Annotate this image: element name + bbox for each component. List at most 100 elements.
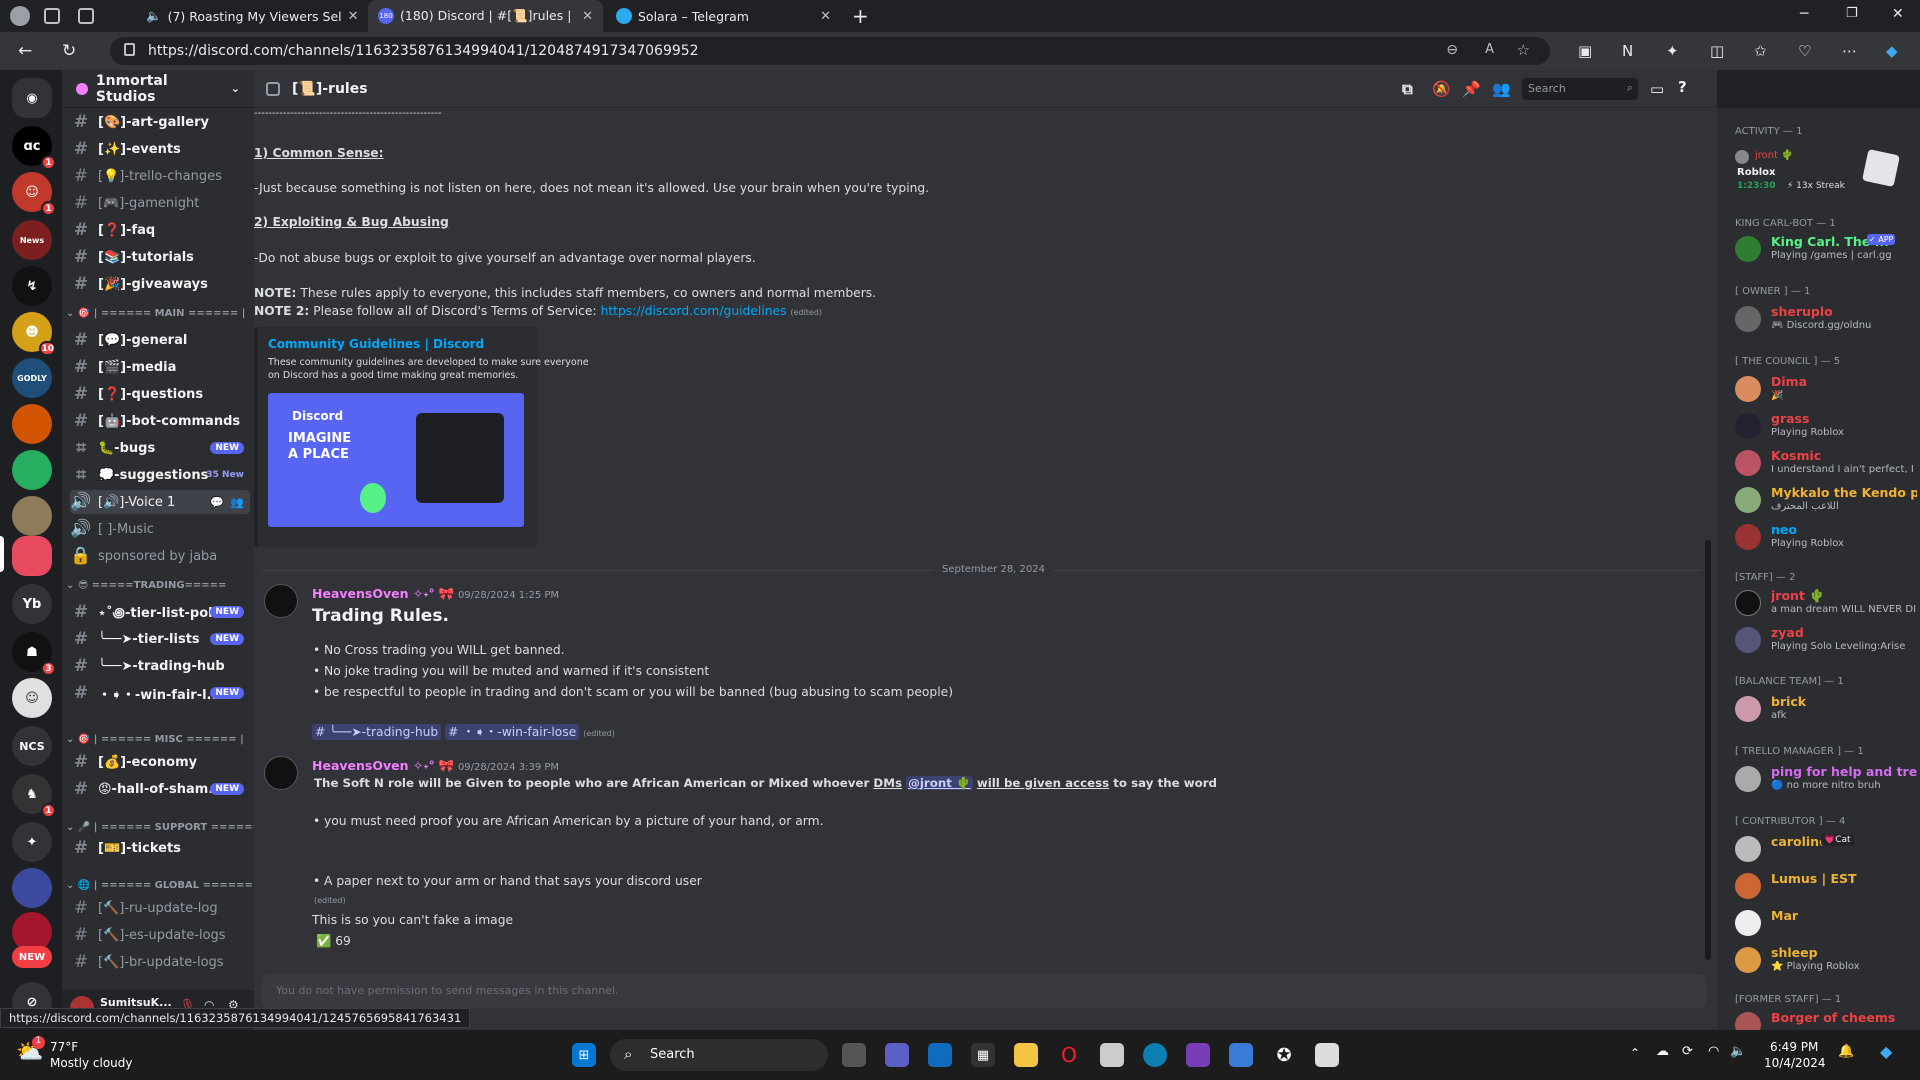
- file-explorer-icon[interactable]: [1014, 1043, 1038, 1067]
- start-button[interactable]: ⊞: [572, 1043, 596, 1067]
- extension-icon[interactable]: N: [1622, 42, 1633, 60]
- channel-giveaways[interactable]: # [🎉]-giveaways: [70, 272, 250, 296]
- sync-icon[interactable]: ⟳: [1682, 1044, 1693, 1059]
- channel-br-update-logs[interactable]: # [🔨]-br-update-logs: [70, 950, 250, 974]
- chevron-up-icon[interactable]: ⌃: [1630, 1046, 1640, 1060]
- cloud-icon[interactable]: ☁: [1656, 1044, 1669, 1059]
- member-item[interactable]: ping for help and trello🔵 no more nitro …: [1735, 764, 1920, 800]
- category-support[interactable]: ⌄ 🎤 | ====== SUPPORT ====== |: [66, 822, 268, 833]
- task-view-icon[interactable]: [842, 1043, 866, 1067]
- clock-date[interactable]: 10/4/2024: [1764, 1056, 1826, 1070]
- extensions-icon[interactable]: ✦: [1666, 42, 1679, 60]
- member-item[interactable]: Lumus | EST: [1735, 871, 1920, 907]
- server-icon[interactable]: News: [12, 220, 52, 260]
- favorite-icon[interactable]: ☆: [1517, 41, 1530, 59]
- browser-essentials-icon[interactable]: ♡: [1798, 42, 1811, 60]
- channel-hall-of-shame[interactable]: # 😡-hall-of-sham... NEW: [70, 777, 250, 801]
- channel-faq[interactable]: # [❓]-faq: [70, 218, 250, 242]
- chat-icon[interactable]: 💬: [210, 496, 224, 509]
- channel-mention[interactable]: # ╰──➤-trading-hub: [312, 724, 442, 740]
- avatar[interactable]: [1735, 150, 1749, 164]
- scrollbar[interactable]: [1705, 540, 1711, 960]
- pin-icon[interactable]: 📌: [1462, 80, 1481, 98]
- server-icon[interactable]: [12, 404, 52, 444]
- app-icon[interactable]: [1186, 1043, 1210, 1067]
- close-tab-icon[interactable]: ✕: [582, 9, 593, 24]
- edge-icon[interactable]: [1143, 1043, 1167, 1067]
- read-aloud-icon[interactable]: A: [1485, 42, 1494, 57]
- member-item[interactable]: grass Playing Roblox: [1735, 411, 1920, 447]
- close-tab-icon[interactable]: ✕: [820, 9, 831, 24]
- member-item[interactable]: Mar: [1735, 908, 1920, 944]
- channel-voice-1[interactable]: 🔊 [🔊]-Voice 1 💬 👥: [70, 490, 250, 514]
- zoom-icon[interactable]: ⊖: [1446, 42, 1458, 58]
- wifi-icon[interactable]: ◠: [1708, 1044, 1719, 1059]
- category-trading[interactable]: ⌄ 😎 =====TRADING=====: [66, 580, 226, 591]
- split-screen-icon[interactable]: ◫: [1710, 42, 1724, 60]
- weather-widget[interactable]: ⛅ 1 77°F Mostly cloudy: [14, 1036, 154, 1074]
- server-icon[interactable]: ☗ 3: [12, 632, 56, 676]
- favorites-icon[interactable]: ✩: [1754, 42, 1767, 60]
- teams-icon[interactable]: [885, 1043, 909, 1067]
- app-icon[interactable]: [1229, 1043, 1253, 1067]
- channel-win-fair-lose[interactable]: # ・➧・-win-fair-l... NEW: [70, 681, 250, 705]
- server-icon[interactable]: [12, 450, 52, 490]
- threads-icon[interactable]: ⧉: [1402, 80, 1413, 98]
- server-icon[interactable]: GODLY: [12, 358, 52, 398]
- member-item[interactable]: Mykkalo the Kendo pr...ﺍﻟﻼﻋﺐ ﺍﻟﻤﺤﺘﺮﻑ: [1735, 485, 1920, 521]
- member-item[interactable]: shleep ⭐ Playing Roblox: [1735, 945, 1920, 981]
- app-icon[interactable]: ✪: [1272, 1043, 1296, 1067]
- server-icon[interactable]: ☻ 10: [12, 312, 56, 356]
- tab-youtube[interactable]: 🔈 (7) Roasting My Viewers Sel ✕: [130, 0, 365, 32]
- channel-gamenight[interactable]: # [🎮]-gamenight: [70, 191, 250, 215]
- channel-economy[interactable]: # [💰]-economy: [70, 750, 250, 774]
- extension-icon[interactable]: ▣: [1578, 42, 1592, 60]
- channel-media[interactable]: # [🎬]-media: [70, 355, 250, 379]
- copilot-icon[interactable]: ◆: [1886, 42, 1898, 60]
- server-header[interactable]: 1nmortal Studios ⌄: [62, 70, 254, 108]
- workspaces-icon[interactable]: [44, 8, 60, 24]
- new-tab-button[interactable]: +: [852, 4, 869, 28]
- server-icon[interactable]: ☺: [12, 678, 52, 718]
- category-misc[interactable]: ⌄ 🎯 | ====== MISC ====== |: [66, 734, 244, 745]
- author-name[interactable]: HeavensOven ✧˖°: [312, 758, 435, 773]
- category-global[interactable]: ⌄ 🌐 | ====== GLOBAL ====== |: [66, 880, 260, 891]
- volume-icon[interactable]: 🔈: [1730, 1044, 1746, 1059]
- tab-discord[interactable]: 180 (180) Discord | #[📜]rules | 1nm ✕: [368, 0, 603, 32]
- member-item[interactable]: brick afk: [1735, 694, 1920, 730]
- channel-tier-lists[interactable]: # ╰──➤-tier-lists NEW: [70, 627, 250, 651]
- server-icon[interactable]: ☺ 1: [12, 172, 56, 216]
- channel-music[interactable]: 🔊 [ ]-Music: [70, 517, 250, 541]
- notification-bell-icon[interactable]: 🔔: [1838, 1044, 1854, 1059]
- member-item[interactable]: jront 🌵 a man dream WILL NEVER DIE: [1735, 588, 1920, 624]
- server-icon[interactable]: ɑc 1: [12, 126, 56, 170]
- member-item[interactable]: sheruplo 🎮 Discord.gg/oldnu: [1735, 304, 1920, 340]
- channel-tutorials[interactable]: # [📚]-tutorials: [70, 245, 250, 269]
- guidelines-link[interactable]: https://discord.com/guidelines: [601, 304, 787, 318]
- new-server-badge[interactable]: NEW: [12, 946, 52, 968]
- more-icon[interactable]: ⋯: [1842, 42, 1857, 60]
- server-icon[interactable]: ↯: [12, 266, 52, 306]
- user-mention[interactable]: @jront 🌵: [906, 776, 973, 790]
- channel-sponsored[interactable]: 🔒 sponsored by jaba: [70, 544, 250, 568]
- tab-actions-icon[interactable]: [78, 8, 94, 24]
- server-icon[interactable]: [12, 868, 52, 908]
- channel-art-gallery[interactable]: # [🎨]-art-gallery: [70, 110, 250, 134]
- minimize-button[interactable]: ─: [1800, 6, 1808, 22]
- member-item[interactable]: caroline 💗Cat: [1735, 834, 1920, 870]
- member-item[interactable]: King Carl. The ... Playing /games | carl.…: [1735, 234, 1920, 270]
- mail-icon[interactable]: [928, 1043, 952, 1067]
- store-icon[interactable]: ▦: [971, 1043, 995, 1067]
- author-name[interactable]: HeavensOven ✧˖°: [312, 586, 435, 601]
- channel-general[interactable]: # [💬]-general: [70, 328, 250, 352]
- roblox-taskbar-icon[interactable]: [1100, 1043, 1124, 1067]
- copilot-taskbar-icon[interactable]: ◆: [1880, 1042, 1892, 1061]
- search-input[interactable]: Search ⌕: [1522, 78, 1638, 100]
- discord-home-icon[interactable]: ◉: [12, 78, 52, 118]
- channel-events[interactable]: # [✨]-events: [70, 137, 250, 161]
- channel-tickets[interactable]: # [🎫]-tickets: [70, 836, 250, 860]
- help-icon[interactable]: ?: [1678, 78, 1687, 96]
- taskbar-search[interactable]: ⌕ Search: [610, 1039, 828, 1071]
- refresh-icon[interactable]: ↻: [62, 41, 76, 61]
- channel-mention[interactable]: # ・➧・-win-fair-lose: [445, 724, 580, 740]
